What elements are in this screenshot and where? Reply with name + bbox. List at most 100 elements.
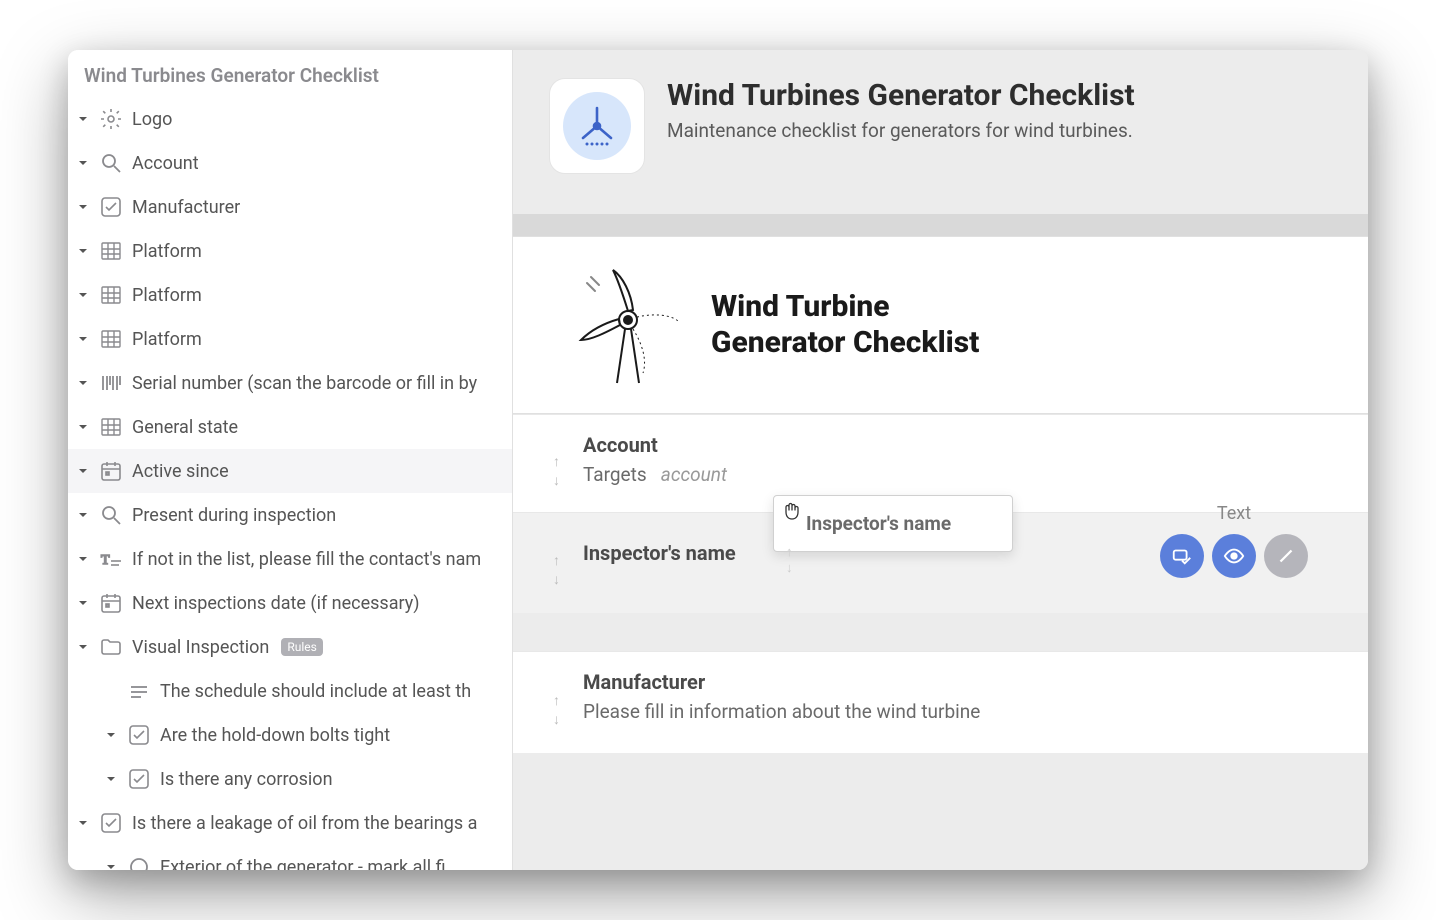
divider-bar	[513, 214, 1368, 236]
tree-item-label: Visual Inspection	[132, 637, 269, 658]
caret-icon[interactable]	[76, 552, 90, 566]
inspector-field[interactable]: Inspector's name ↑↓ Inspector's name ↑↓ …	[513, 512, 1368, 613]
tree-item-label: Present during inspection	[132, 505, 336, 526]
slash-icon	[1275, 545, 1297, 567]
eye-icon	[1223, 545, 1245, 567]
tree-item-10[interactable]: T If not in the list, please fill the con…	[68, 537, 512, 581]
caret-icon[interactable]	[76, 376, 90, 390]
search-icon	[98, 150, 124, 176]
account-label: Account	[553, 433, 1328, 457]
caret-icon[interactable]	[76, 288, 90, 302]
grid-icon	[98, 414, 124, 440]
caret-icon[interactable]	[76, 508, 90, 522]
main-panel: Wind Turbines Generator Checklist Mainte…	[513, 50, 1368, 870]
logo-section: Wind Turbine Generator Checklist	[513, 236, 1368, 414]
tree-item-label: The schedule should include at least th	[160, 681, 471, 702]
folder-icon	[98, 634, 124, 660]
check-icon	[126, 766, 152, 792]
tree-item-12[interactable]: Visual Inspection Rules	[68, 625, 512, 669]
tree-item-label: Next inspections date (if necessary)	[132, 593, 420, 614]
tree-item-label: Platform	[132, 241, 202, 262]
caret-icon[interactable]	[76, 816, 90, 830]
caret-icon[interactable]	[76, 464, 90, 478]
calendar-icon	[98, 458, 124, 484]
manufacturer-field[interactable]: Manufacturer ↑↓ Please fill in informati…	[513, 651, 1368, 753]
rules-badge: Rules	[281, 638, 322, 656]
tree-item-label: Active since	[132, 461, 229, 482]
reorder-arrows-icon: ↑↓	[786, 544, 793, 576]
caret-icon[interactable]	[76, 332, 90, 346]
turbine-logo-icon	[573, 265, 683, 385]
tree-item-16[interactable]: Is there a leakage of oil from the beari…	[68, 801, 512, 845]
tree-item-1[interactable]: Account	[68, 141, 512, 185]
check-icon	[126, 722, 152, 748]
account-targets: Targets account	[553, 463, 1328, 486]
svg-text:T: T	[101, 553, 110, 568]
tree-item-17[interactable]: Exterior of the generator - mark all fi…	[68, 845, 512, 870]
caret-icon[interactable]	[76, 200, 90, 214]
tree-item-2[interactable]: Manufacturer	[68, 185, 512, 229]
page-subtitle: Maintenance checklist for generators for…	[667, 119, 1135, 142]
tree-item-14[interactable]: Are the hold-down bolts tight	[68, 713, 512, 757]
visibility-button[interactable]	[1212, 534, 1256, 578]
caret-icon[interactable]	[76, 244, 90, 258]
tree-item-label: Are the hold-down bolts tight	[160, 725, 390, 746]
caret-icon[interactable]	[104, 860, 118, 870]
tree-item-0[interactable]: Logo	[68, 97, 512, 141]
caret-icon[interactable]	[76, 420, 90, 434]
check-icon	[98, 810, 124, 836]
drag-preview-card[interactable]: Inspector's name ↑↓	[773, 495, 1013, 552]
manufacturer-desc: Please fill in information about the win…	[553, 700, 1328, 723]
tree-item-9[interactable]: Present during inspection	[68, 493, 512, 537]
tree-item-label: If not in the list, please fill the cont…	[132, 549, 481, 570]
caret-icon[interactable]	[76, 156, 90, 170]
barcode-icon	[98, 370, 124, 396]
disabled-action-button[interactable]	[1264, 534, 1308, 578]
grid-icon	[98, 282, 124, 308]
caret-icon[interactable]	[76, 112, 90, 126]
tree-item-label: Manufacturer	[132, 197, 240, 218]
tree-item-label: Is there a leakage of oil from the beari…	[132, 813, 477, 834]
caret-icon[interactable]	[104, 728, 118, 742]
validate-button[interactable]	[1160, 534, 1204, 578]
check-icon	[98, 194, 124, 220]
header-app-icon	[549, 78, 645, 174]
tree-item-label: Logo	[132, 109, 172, 130]
tree-item-3[interactable]: Platform	[68, 229, 512, 273]
card-check-icon	[1171, 545, 1193, 567]
caret-icon[interactable]	[76, 596, 90, 610]
tree-item-label: Account	[132, 153, 199, 174]
tree-item-label: Platform	[132, 285, 202, 306]
tree-item-7[interactable]: General state	[68, 405, 512, 449]
tree-item-11[interactable]: Next inspections date (if necessary)	[68, 581, 512, 625]
manufacturer-label: Manufacturer	[553, 670, 1328, 694]
text-icon: T	[98, 546, 124, 572]
tree-item-13[interactable]: The schedule should include at least th	[68, 669, 512, 713]
tree-item-label: Exterior of the generator - mark all fi…	[160, 857, 458, 871]
tree-item-label: General state	[132, 417, 238, 438]
tree-item-5[interactable]: Platform	[68, 317, 512, 361]
tree-item-4[interactable]: Platform	[68, 273, 512, 317]
caret-icon[interactable]	[104, 684, 118, 698]
reorder-arrows-icon[interactable]: ↑↓	[553, 552, 560, 588]
reorder-arrows-icon[interactable]: ↑↓	[553, 453, 560, 489]
page-title: Wind Turbines Generator Checklist	[667, 78, 1135, 113]
wind-turbine-icon	[575, 104, 619, 148]
caret-icon[interactable]	[76, 640, 90, 654]
tree-item-8[interactable]: Active since	[68, 449, 512, 493]
tree-item-label: Is there any corrosion	[160, 769, 333, 790]
form-content: Wind Turbine Generator Checklist Account…	[513, 236, 1368, 870]
tree-item-label: Platform	[132, 329, 202, 350]
caret-icon[interactable]	[104, 772, 118, 786]
tree-item-15[interactable]: Is there any corrosion	[68, 757, 512, 801]
circle-icon	[126, 854, 152, 870]
tree-item-6[interactable]: Serial number (scan the barcode or fill …	[68, 361, 512, 405]
calendar-icon	[98, 590, 124, 616]
field-type-label: Text	[1217, 503, 1251, 524]
logo-title: Wind Turbine Generator Checklist	[711, 289, 979, 361]
reorder-arrows-icon[interactable]: ↑↓	[553, 692, 560, 728]
sidebar-title: Wind Turbines Generator Checklist	[68, 50, 512, 97]
tree-item-label: Serial number (scan the barcode or fill …	[132, 373, 477, 394]
gear-icon	[98, 106, 124, 132]
page-header: Wind Turbines Generator Checklist Mainte…	[513, 50, 1368, 214]
